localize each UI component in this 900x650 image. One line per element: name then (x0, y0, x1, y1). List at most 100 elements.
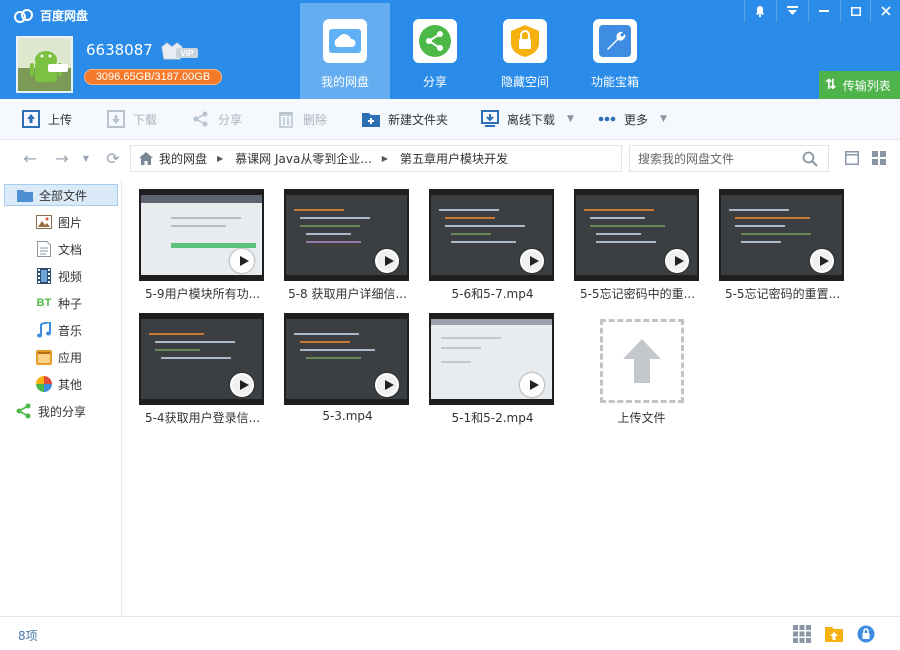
sidebar-item-apps[interactable]: 应用 (36, 346, 82, 368)
breadcrumb-item[interactable]: 我的网盘 (159, 150, 207, 167)
tab-my-disk[interactable]: 我的网盘 (300, 3, 390, 99)
sidebar-item-label: 图片 (58, 215, 83, 230)
file-item[interactable]: 5-4获取用户登录信... (139, 313, 266, 426)
forward-arrow-icon[interactable]: → (52, 149, 72, 169)
cloud-icon (323, 19, 367, 63)
play-icon[interactable] (230, 373, 254, 397)
sidebar-item-other[interactable]: 其他 (36, 373, 82, 395)
sidebar-item-label: 音乐 (58, 323, 83, 338)
delete-button[interactable]: 删除 (277, 99, 327, 139)
search-placeholder: 搜索我的网盘文件 (638, 152, 735, 166)
offline-download-button[interactable]: 离线下载 ▼ (481, 99, 574, 139)
wrench-icon (593, 19, 637, 63)
offline-download-label: 离线下载 (507, 112, 556, 127)
search-icon[interactable] (802, 151, 818, 167)
search-input[interactable]: 搜索我的网盘文件 (629, 145, 829, 172)
breadcrumb-item[interactable]: 第五章用户模块开发 (400, 150, 508, 167)
history-dropdown-icon[interactable]: ▼ (76, 149, 96, 169)
avatar[interactable] (16, 36, 73, 93)
file-item[interactable]: 5-1和5-2.mp4 (429, 313, 556, 426)
download-icon (107, 110, 125, 128)
play-icon[interactable] (520, 373, 544, 397)
tab-hidden-space[interactable]: 隐藏空间 (480, 3, 570, 99)
upload-button[interactable]: 上传 (22, 99, 72, 139)
item-count: 8项 (18, 629, 38, 643)
vip-badge-icon[interactable]: VIP (160, 41, 200, 61)
sidebar-item-torrents[interactable]: BT 种子 (36, 292, 82, 314)
refresh-icon[interactable]: ⟳ (103, 149, 123, 169)
quota-usage: 3096.65GB/3187.00GB (84, 69, 222, 85)
sidebar-item-label: 我的分享 (38, 404, 87, 419)
android-avatar-icon (18, 38, 71, 91)
sidebar-item-label: 种子 (58, 296, 83, 311)
play-icon[interactable] (810, 249, 834, 273)
bt-icon: BT (36, 297, 52, 309)
sidebar-item-music[interactable]: 音乐 (36, 319, 82, 341)
play-icon[interactable] (665, 249, 689, 273)
file-item[interactable]: 5-3.mp4 (284, 313, 411, 423)
more-button[interactable]: 更多 ▼ (598, 99, 667, 139)
play-icon[interactable] (520, 249, 544, 273)
upload-drop-zone[interactable] (599, 319, 684, 403)
list-view-icon[interactable] (845, 151, 859, 165)
upload-arrow-icon (622, 339, 661, 383)
safe-lock-icon[interactable] (857, 625, 875, 643)
file-item[interactable]: 5-5忘记密码的重置... (719, 189, 846, 302)
close-icon[interactable] (871, 0, 900, 22)
breadcrumb-separator-icon[interactable]: ▶ (217, 154, 223, 163)
upload-file-tile[interactable]: 上传文件 (578, 313, 705, 426)
play-icon[interactable] (375, 373, 399, 397)
menu-dropdown-icon[interactable] (777, 0, 807, 22)
breadcrumb-item[interactable]: 慕课网 Java从零到企业... (235, 150, 372, 167)
transfer-label: 传输列表 (842, 78, 891, 93)
video-thumbnail (574, 189, 699, 281)
minimize-icon[interactable] (809, 0, 839, 22)
transfer-icon: ⇅ (825, 77, 837, 93)
new-folder-icon (362, 110, 380, 128)
share-icon (16, 403, 32, 419)
more-label: 更多 (624, 112, 649, 127)
play-icon[interactable] (375, 249, 399, 273)
video-thumbnail (429, 313, 554, 405)
maximize-icon[interactable] (841, 0, 871, 22)
download-button[interactable]: 下载 (107, 99, 157, 139)
status-bar: 8项 (0, 616, 900, 650)
chevron-down-icon[interactable]: ▼ (567, 114, 574, 124)
sidebar-item-documents[interactable]: 文档 (36, 238, 82, 260)
grid-layout-icon[interactable] (793, 625, 811, 643)
sidebar-item-my-shares[interactable]: 我的分享 (16, 400, 86, 422)
sidebar-item-all-files[interactable]: 全部文件 (4, 184, 118, 206)
grid-view-icon[interactable] (872, 151, 886, 165)
file-item[interactable]: 5-6和5-7.mp4 (429, 189, 556, 302)
breadcrumb-separator-icon[interactable]: ▶ (382, 154, 388, 163)
file-name: 5-3.mp4 (322, 409, 373, 423)
file-item[interactable]: 5-5忘记密码中的重... (574, 189, 701, 302)
file-item[interactable]: 5-8 获取用户详细信... (284, 189, 411, 302)
sidebar-item-label: 文档 (58, 242, 83, 257)
notification-bell-icon[interactable] (745, 0, 775, 22)
video-thumbnail (139, 189, 264, 281)
sidebar-item-label: 其他 (58, 377, 83, 392)
back-arrow-icon[interactable]: ← (20, 149, 40, 169)
play-icon[interactable] (230, 249, 254, 273)
sidebar-item-label: 视频 (58, 269, 83, 284)
toolbar: 上传 下载 分享 删除 新建文件夹 离线下载 ▼ 更多 ▼ (0, 99, 900, 140)
other-icon (36, 376, 52, 392)
new-folder-button[interactable]: 新建文件夹 (362, 99, 448, 139)
share-button[interactable]: 分享 (192, 99, 242, 139)
share-label: 分享 (218, 112, 243, 127)
chevron-down-icon[interactable]: ▼ (660, 114, 667, 124)
file-name: 5-5忘记密码中的重... (579, 287, 696, 301)
sidebar: 全部文件 图片 文档 视频 BT 种子 音乐 应用 其他 我的分享 (0, 179, 122, 616)
upload-label: 上传 (48, 112, 73, 127)
upload-folder-icon[interactable] (825, 625, 843, 643)
home-icon[interactable] (139, 152, 153, 165)
tab-label: 隐藏空间 (500, 75, 549, 89)
file-item[interactable]: 5-9用户模块所有功... (139, 189, 266, 302)
sidebar-item-videos[interactable]: 视频 (36, 265, 82, 287)
sidebar-item-images[interactable]: 图片 (36, 211, 82, 233)
video-thumbnail (429, 189, 554, 281)
tab-toolbox[interactable]: 功能宝箱 (570, 3, 660, 99)
transfer-list-button[interactable]: ⇅ 传输列表 (819, 71, 900, 99)
tab-share[interactable]: 分享 (390, 3, 480, 99)
